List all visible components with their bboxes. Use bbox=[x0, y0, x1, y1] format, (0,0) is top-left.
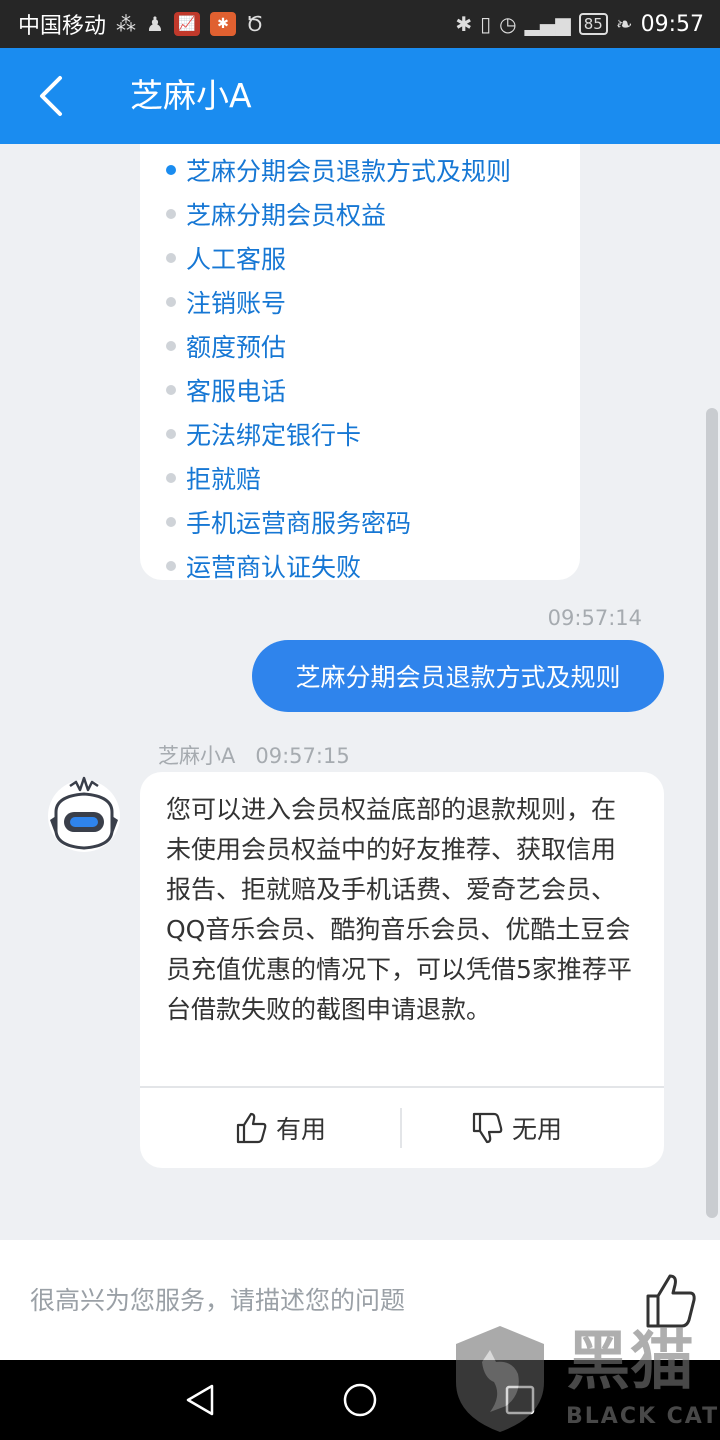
watermark-text: 黑猫 bbox=[566, 1325, 694, 1399]
bullet-dot-icon bbox=[166, 429, 176, 439]
question-list-item[interactable]: 芝麻分期会员权益 bbox=[166, 192, 580, 236]
bot-message-text: 您可以进入会员权益底部的退款规则，在未使用会员权益中的好友推荐、获取信用报告、拒… bbox=[166, 795, 632, 1024]
question-label: 芝麻分期会员退款方式及规则 bbox=[186, 157, 512, 186]
question-list-item[interactable]: 手机运营商服务密码 bbox=[166, 500, 580, 544]
carrier-name: 中国移动 bbox=[18, 14, 107, 39]
bluetooth-icon: ✱ bbox=[455, 12, 473, 36]
question-list-item[interactable]: 注销账号 bbox=[166, 280, 580, 324]
nav-home-button[interactable] bbox=[340, 1380, 380, 1420]
watermark-subtext: BLACK CAT bbox=[566, 1404, 720, 1429]
clock: 09:57 bbox=[640, 11, 704, 37]
question-label: 客服电话 bbox=[186, 377, 287, 406]
black-cat-logo-icon bbox=[456, 1326, 544, 1432]
user-message-text: 芝麻分期会员退款方式及规则 bbox=[295, 663, 621, 692]
page-title: 芝麻小A bbox=[130, 76, 252, 115]
alarm-icon: ◷ bbox=[499, 12, 517, 36]
question-list-item[interactable]: 额度预估 bbox=[166, 324, 580, 368]
thumbs-down-icon bbox=[472, 1112, 503, 1144]
bullet-dot-icon bbox=[166, 209, 176, 219]
bullet-dot-icon bbox=[166, 473, 176, 483]
thumbs-up-icon bbox=[646, 1274, 696, 1328]
leaf-icon: ❧ bbox=[615, 12, 633, 36]
question-list-item[interactable]: 芝麻分期会员退款方式及规则 bbox=[166, 148, 580, 192]
vibrate-icon: ▯ bbox=[480, 12, 492, 36]
question-label: 运营商认证失败 bbox=[186, 553, 362, 582]
alarm-app-icon: Ծ bbox=[245, 12, 264, 36]
question-list-item[interactable]: 运营商认证失败 bbox=[166, 544, 580, 588]
status-bar: 中国移动 ⁂ ♟ 📈 ✱ Ծ ✱ ▯ ◷ ▂▄▆ 85 ❧ 09:57 bbox=[0, 0, 720, 48]
user-message-time: 09:57:14 bbox=[547, 606, 642, 630]
user-message-bubble: 芝麻分期会员退款方式及规则 bbox=[252, 640, 664, 712]
back-button[interactable] bbox=[32, 74, 76, 118]
bot-message-time: 09:57:15 bbox=[255, 744, 350, 768]
feedback-separator bbox=[400, 1108, 402, 1148]
question-label: 手机运营商服务密码 bbox=[186, 509, 412, 538]
useless-label: 无用 bbox=[512, 1115, 563, 1144]
bullet-dot-icon bbox=[166, 253, 176, 263]
question-label: 人工客服 bbox=[186, 245, 287, 274]
bot-message-meta: 芝麻小A 09:57:15 bbox=[158, 740, 350, 770]
stock-app-icon: 📈 bbox=[173, 12, 200, 36]
qq-penguin-icon: ♟ bbox=[146, 12, 164, 36]
bullet-dot-icon bbox=[166, 385, 176, 395]
battery-indicator: 85 bbox=[578, 13, 608, 35]
bot-avatar bbox=[42, 772, 126, 856]
question-list-card: 芝麻分期会员退款方式及规则 芝麻分期会员权益 人工客服注销账号额度预估客服电话无法绑… bbox=[140, 144, 580, 582]
question-list-item[interactable]: 人工客服 bbox=[166, 236, 580, 280]
chat-area[interactable]: 芝麻分期会员退款方式及规则 芝麻分期会员权益 人工客服 注销账号 额度预估 客服电话 无法绑… bbox=[0, 144, 720, 1240]
triangle-back-icon bbox=[186, 1384, 214, 1416]
app-notification-icon: ✱ bbox=[209, 12, 236, 36]
bullet-dot-icon bbox=[166, 297, 176, 307]
bullet-dot-icon bbox=[166, 341, 176, 351]
circle-home-icon bbox=[343, 1383, 377, 1417]
divider bbox=[140, 1086, 664, 1088]
question-list-item[interactable]: 拒就赔 bbox=[166, 456, 580, 500]
signal-dots-icon: ⁂ bbox=[116, 12, 137, 36]
question-label: 额度预估 bbox=[186, 333, 287, 362]
bullet-dot-icon bbox=[166, 165, 176, 175]
useful-label: 有用 bbox=[276, 1115, 327, 1144]
question-label: 芝麻分期会员权益 bbox=[186, 201, 387, 230]
question-list-item[interactable]: 无法绑定银行卡 bbox=[166, 412, 580, 456]
bot-message-card: 您可以进入会员权益底部的退款规则，在未使用会员权益中的好友推荐、获取信用报告、拒… bbox=[140, 772, 664, 1168]
message-input[interactable] bbox=[30, 1274, 610, 1326]
nav-bar: 芝麻小A bbox=[0, 48, 720, 144]
chevron-left-icon bbox=[40, 76, 62, 116]
bullet-dot-icon bbox=[166, 517, 176, 527]
signal-icon: ▂▄▆ bbox=[524, 12, 571, 36]
useful-button[interactable]: 有用 bbox=[234, 1088, 326, 1168]
thumbs-up-icon bbox=[236, 1112, 267, 1144]
bullet-dot-icon bbox=[166, 561, 176, 571]
question-label: 无法绑定银行卡 bbox=[186, 421, 362, 450]
like-button[interactable] bbox=[640, 1270, 700, 1330]
question-list-item[interactable]: 客服电话 bbox=[166, 368, 580, 412]
nav-back-button[interactable] bbox=[180, 1380, 220, 1420]
bot-sender-name: 芝麻小A bbox=[158, 744, 236, 768]
useless-button[interactable]: 无用 bbox=[470, 1088, 562, 1168]
question-label: 拒就赔 bbox=[186, 465, 262, 494]
robot-icon bbox=[48, 776, 120, 852]
question-label: 注销账号 bbox=[186, 289, 287, 318]
scrollbar[interactable] bbox=[706, 408, 718, 1218]
